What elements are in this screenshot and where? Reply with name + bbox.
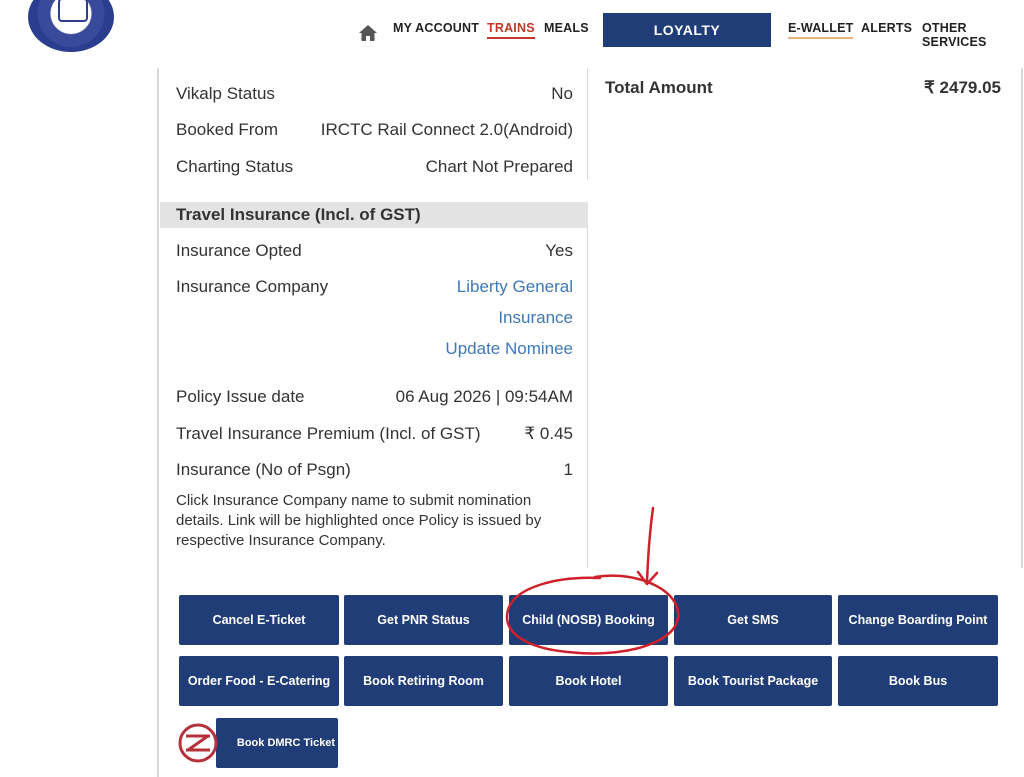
total-amount-row: Total Amount ₹ 2479.05 (605, 78, 1001, 98)
policy-issue-value: 06 Aug 2026 | 09:54AM (395, 387, 573, 406)
change-boarding-point-button[interactable]: Change Boarding Point (838, 595, 998, 645)
total-amount-value: ₹ 2479.05 (924, 78, 1001, 97)
insurance-premium-row: Travel Insurance Premium (Incl. of GST) … (176, 424, 573, 444)
cancel-eticket-button[interactable]: Cancel E-Ticket (179, 595, 339, 645)
policy-issue-row: Policy Issue date 06 Aug 2026 | 09:54AM (176, 387, 573, 407)
loyalty-button[interactable]: LOYALTY (603, 13, 771, 47)
home-icon[interactable] (358, 24, 378, 42)
book-tourist-package-button[interactable]: Book Tourist Package (674, 656, 832, 706)
insurance-psgn-value: 1 (563, 460, 573, 479)
booked-from-row: Booked From IRCTC Rail Connect 2.0(Andro… (176, 120, 573, 140)
nav-meals[interactable]: MEALS (544, 21, 589, 35)
order-food-button[interactable]: Order Food - E-Catering (179, 656, 339, 706)
nav-alerts[interactable]: ALERTS (861, 21, 912, 35)
nav-e-wallet[interactable]: E-WALLET (788, 21, 854, 39)
policy-issue-label: Policy Issue date (176, 387, 305, 406)
vikalp-status-value: No (551, 84, 573, 103)
panel-border-left (157, 68, 159, 777)
insurance-opted-label: Insurance Opted (176, 241, 302, 260)
top-nav: MY ACCOUNT TRAINS MEALS LOYALTY E-WALLET… (0, 0, 1024, 60)
travel-insurance-heading: Travel Insurance (Incl. of GST) (160, 202, 588, 228)
book-dmrc-ticket-button[interactable]: Book DMRC Ticket (216, 718, 338, 768)
insurance-premium-value: ₹ 0.45 (524, 424, 573, 443)
charting-status-label: Charting Status (176, 157, 294, 176)
panel-border-middle-lower (587, 228, 588, 568)
insurance-company-link-line2[interactable]: Insurance (498, 308, 573, 328)
update-nominee-link[interactable]: Update Nominee (445, 339, 573, 359)
insurance-psgn-label: Insurance (No of Psgn) (176, 460, 351, 479)
booked-from-value: IRCTC Rail Connect 2.0(Android) (320, 120, 573, 139)
charting-status-row: Charting Status Chart Not Prepared (176, 157, 573, 177)
insurance-company-link[interactable]: Liberty General (457, 277, 573, 297)
nav-my-account[interactable]: MY ACCOUNT (393, 21, 479, 35)
book-bus-button[interactable]: Book Bus (838, 656, 998, 706)
insurance-company-row: Insurance Company Liberty General (176, 277, 573, 297)
update-nominee-row: Update Nominee (176, 339, 573, 359)
book-retiring-room-button[interactable]: Book Retiring Room (344, 656, 503, 706)
insurance-opted-value: Yes (545, 241, 573, 260)
panel-border-right (1021, 68, 1023, 568)
child-nosb-booking-button[interactable]: Child (NOSB) Booking (509, 595, 668, 645)
nav-other-services[interactable]: OTHER SERVICES (922, 21, 1024, 49)
insurance-premium-label: Travel Insurance Premium (Incl. of GST) (176, 424, 481, 443)
insurance-company-label: Insurance Company (176, 277, 329, 296)
booked-from-label: Booked From (176, 120, 279, 139)
vikalp-status-row: Vikalp Status No (176, 84, 573, 104)
dmrc-logo-icon (178, 723, 218, 763)
panel-border-middle (587, 68, 588, 180)
insurance-opted-row: Insurance Opted Yes (176, 241, 573, 261)
total-amount-label: Total Amount (605, 78, 713, 97)
book-hotel-button[interactable]: Book Hotel (509, 656, 668, 706)
charting-status-value: Chart Not Prepared (425, 157, 573, 176)
book-dmrc-ticket-label: Book DMRC Ticket (236, 737, 336, 749)
insurance-note: Click Insurance Company name to submit n… (176, 492, 542, 549)
insurance-company-row-2: Insurance (176, 308, 573, 328)
insurance-psgn-row: Insurance (No of Psgn) 1 (176, 460, 573, 480)
nav-trains[interactable]: TRAINS (487, 21, 535, 39)
get-sms-button[interactable]: Get SMS (674, 595, 832, 645)
get-pnr-status-button[interactable]: Get PNR Status (344, 595, 503, 645)
vikalp-status-label: Vikalp Status (176, 84, 275, 103)
